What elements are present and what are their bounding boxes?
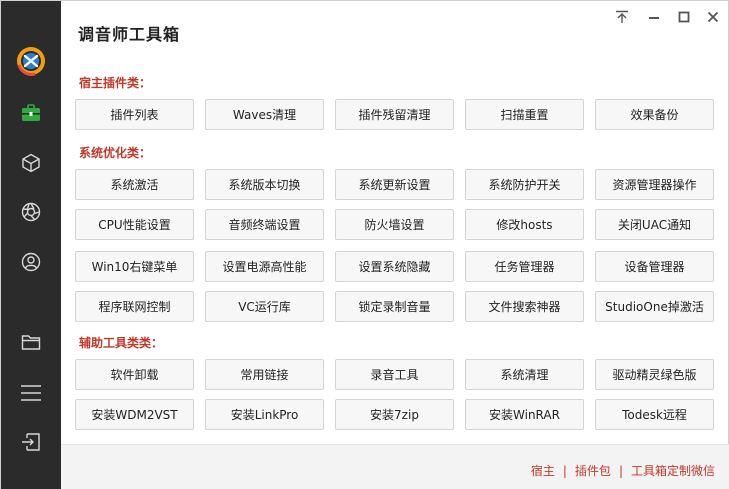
install-winrar-button[interactable]: 安装WinRAR: [465, 399, 584, 430]
install-7zip-button[interactable]: 安装7zip: [335, 399, 454, 430]
footer-link-plugin-pack[interactable]: 插件包: [575, 462, 611, 479]
section-title-auxiliary-tools: 辅助工具类类：: [79, 336, 164, 350]
maximize-icon[interactable]: [674, 7, 694, 27]
sidebar: [1, 1, 61, 489]
app-title: 调音师工具箱: [78, 25, 181, 44]
task-manager-button[interactable]: 任务管理器: [465, 251, 584, 282]
recording-tool-button[interactable]: 录音工具: [335, 359, 454, 390]
lock-record-volume-button[interactable]: 锁定录制音量: [335, 291, 454, 322]
plugin-residue-clean-button[interactable]: 插件残留清理: [335, 99, 454, 130]
system-update-settings-button[interactable]: 系统更新设置: [335, 169, 454, 200]
device-manager-button[interactable]: 设备管理器: [595, 251, 714, 282]
plugin-list-button[interactable]: 插件列表: [75, 99, 194, 130]
footer-separator: |: [562, 463, 567, 478]
system-version-switch-button[interactable]: 系统版本切换: [205, 169, 324, 200]
scan-reset-button[interactable]: 扫描重置: [465, 99, 584, 130]
footer-link-host[interactable]: 宿主: [531, 462, 555, 479]
waves-clean-button[interactable]: Waves清理: [205, 99, 324, 130]
file-search-tool-button[interactable]: 文件搜索神器: [465, 291, 584, 322]
logo-icon[interactable]: [1, 41, 61, 81]
disable-uac-button[interactable]: 关闭UAC通知: [595, 209, 714, 240]
footer-link-custom-wechat[interactable]: 工具箱定制微信: [631, 462, 715, 479]
common-links-button[interactable]: 常用链接: [205, 359, 324, 390]
system-cleanup-button[interactable]: 系统清理: [465, 359, 584, 390]
footer-bar: 宿主 | 插件包 | 工具箱定制微信: [61, 444, 729, 489]
footer-separator: |: [618, 463, 623, 478]
explorer-operations-button[interactable]: 资源管理器操作: [595, 169, 714, 200]
user-icon[interactable]: [1, 242, 61, 282]
audio-endpoint-settings-button[interactable]: 音频终端设置: [205, 209, 324, 240]
todesk-remote-button[interactable]: Todesk远程: [595, 399, 714, 430]
exit-icon[interactable]: [1, 422, 61, 462]
toolbox-icon[interactable]: [1, 93, 61, 133]
firewall-settings-button[interactable]: 防火墙设置: [335, 209, 454, 240]
effect-backup-button[interactable]: 效果备份: [595, 99, 714, 130]
cube-icon[interactable]: [1, 143, 61, 183]
high-performance-power-button[interactable]: 设置电源高性能: [205, 251, 324, 282]
program-network-control-button[interactable]: 程序联网控制: [75, 291, 194, 322]
pin-top-icon[interactable]: [612, 7, 632, 27]
install-wdm2vst-button[interactable]: 安装WDM2VST: [75, 399, 194, 430]
studioone-activation-button[interactable]: StudioOne掉激活: [595, 291, 714, 322]
vc-runtime-button[interactable]: VC运行库: [205, 291, 324, 322]
system-protection-toggle-button[interactable]: 系统防护开关: [465, 169, 584, 200]
modify-hosts-button[interactable]: 修改hosts: [465, 209, 584, 240]
cpu-performance-button[interactable]: CPU性能设置: [75, 209, 194, 240]
aperture-icon[interactable]: [1, 192, 61, 232]
driver-genius-portable-button[interactable]: 驱动精灵绿色版: [595, 359, 714, 390]
section-title-system-optimization: 系统优化类：: [79, 146, 152, 160]
close-icon[interactable]: [703, 7, 723, 27]
menu-icon[interactable]: [1, 373, 61, 413]
folder-icon[interactable]: [1, 322, 61, 362]
system-hidden-settings-button[interactable]: 设置系统隐藏: [335, 251, 454, 282]
system-activate-button[interactable]: 系统激活: [75, 169, 194, 200]
app-window: 调音师工具箱 宿主插件类： 插件列表 Waves清理 插件残留清理 扫描重置 效…: [0, 0, 729, 489]
win10-context-menu-button[interactable]: Win10右键菜单: [75, 251, 194, 282]
software-uninstall-button[interactable]: 软件卸载: [75, 359, 194, 390]
install-linkpro-button[interactable]: 安装LinkPro: [205, 399, 324, 430]
footer-links: 宿主 | 插件包 | 工具箱定制微信: [531, 462, 715, 479]
section-title-host-plugins: 宿主插件类：: [79, 76, 152, 90]
minimize-icon[interactable]: [644, 7, 664, 27]
